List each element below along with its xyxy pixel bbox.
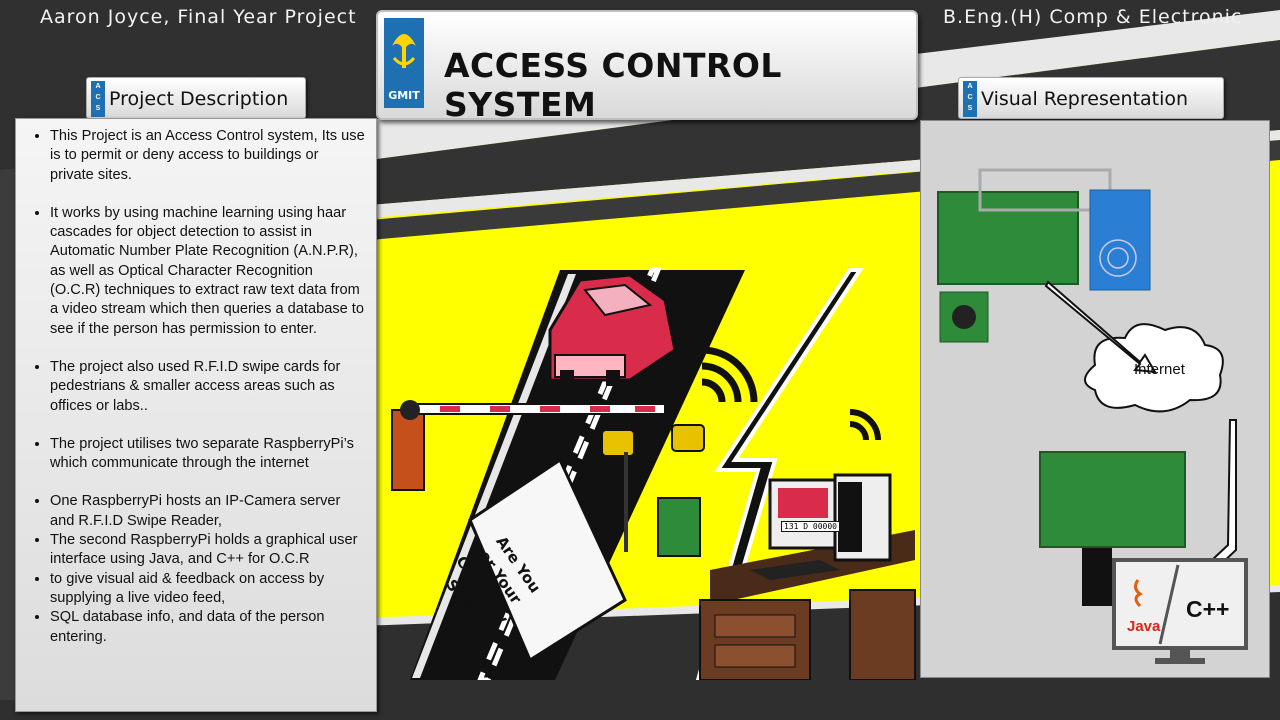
visual-representation-title: Visual Representation <box>981 88 1189 110</box>
camera-icon <box>671 424 705 452</box>
degree-text: B.Eng.(H) Comp & Electronic <box>943 6 1243 28</box>
cloud-label: Internet <box>1134 361 1185 378</box>
cpp-label: C++ <box>1186 596 1230 622</box>
acs-badge: ACS <box>91 81 105 117</box>
visual-representation-heading: ACS Visual Representation <box>958 77 1224 119</box>
project-description-heading: ACS Project Description <box>86 77 306 119</box>
project-description-title: Project Description <box>109 88 289 110</box>
acs-badge: ACS <box>963 81 977 117</box>
list-item: SQL database info, and data of the perso… <box>50 608 366 647</box>
list-item: This Project is an Access Control system… <box>50 127 366 185</box>
camera-icon <box>601 429 635 457</box>
crest-icon <box>392 34 416 68</box>
arrow-icon <box>1210 419 1237 567</box>
list-item: One RaspberryPi hosts an IP-Camera serve… <box>50 492 366 531</box>
barrier-post <box>391 409 425 491</box>
wifi-icon <box>701 346 758 403</box>
title-banner: GMIT ACCESS CONTROL SYSTEM <box>376 10 918 124</box>
list-item: It works by using machine learning using… <box>50 204 366 339</box>
raspberry-pi-icon <box>1039 451 1186 548</box>
list-item: to give visual aid & feedback on access … <box>50 570 366 609</box>
list-item: The project utilises two separate Raspbe… <box>50 435 366 474</box>
system-diagram <box>937 168 1248 664</box>
list-item: The project also used R.F.I.D swipe card… <box>50 358 366 416</box>
gmit-label: GMIT <box>388 89 420 102</box>
description-list: This Project is an Access Control system… <box>16 119 376 647</box>
plate-text: 131 D 00000 <box>781 521 840 532</box>
author-project-text: Aaron Joyce, Final Year Project <box>40 6 357 28</box>
description-panel: This Project is an Access Control system… <box>15 118 377 712</box>
java-label: Java <box>1127 618 1161 635</box>
raspberry-pi-icon <box>937 191 1079 285</box>
raspberry-pi-icon <box>657 497 701 557</box>
page-title: ACCESS CONTROL SYSTEM <box>444 46 782 124</box>
wifi-icon <box>849 409 881 441</box>
list-item: The second RaspberryPi holds a graphical… <box>50 531 366 570</box>
gmit-logo: GMIT <box>384 18 424 108</box>
